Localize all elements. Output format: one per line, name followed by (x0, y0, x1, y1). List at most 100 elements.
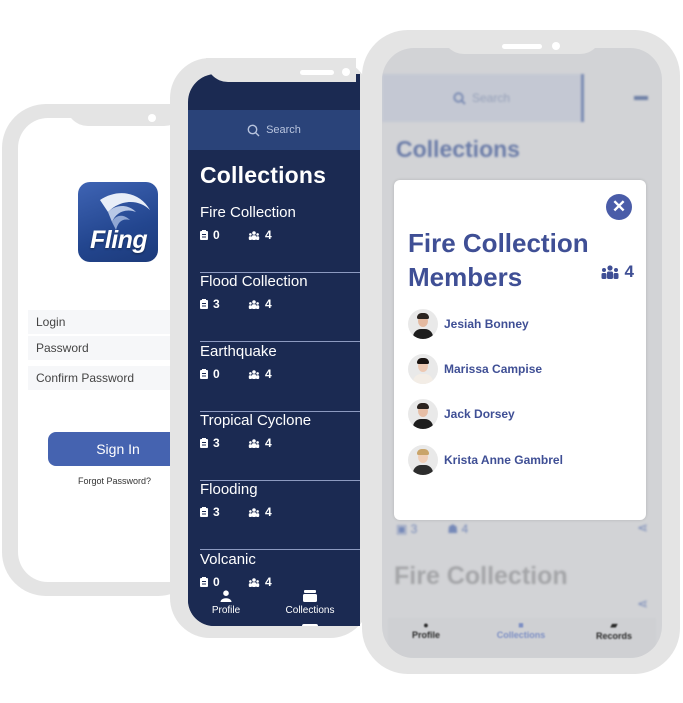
collection-name: Flooding (200, 481, 258, 498)
confirm-password-label: Confirm Password (36, 371, 135, 385)
notch (206, 58, 356, 82)
password-label: Password (36, 341, 89, 355)
members-icon (248, 507, 260, 517)
members-icon (248, 438, 260, 448)
profile-icon: ● (423, 620, 429, 630)
camera (552, 42, 560, 50)
member-name: Jack Dorsey (444, 407, 515, 421)
collection-title-blurred: Fire Collection (394, 562, 568, 590)
login-label: Login (36, 315, 66, 329)
records-icon (200, 438, 208, 448)
collection-item[interactable]: Earthquake 0 4 (200, 343, 360, 412)
collection-meta: 04 (200, 575, 296, 589)
collections-screen: Search Collections Fire Collection 0 4 Floo… (188, 74, 360, 626)
search-bar[interactable]: Search (188, 110, 360, 150)
collection-item[interactable]: Flooding 3 4 (200, 481, 360, 550)
members-icon (248, 299, 260, 309)
members-icon (248, 577, 260, 587)
member-name: Marissa Campise (444, 362, 543, 376)
search-placeholder: Search (471, 91, 511, 105)
members-count: 4 (248, 575, 296, 589)
nav-collections[interactable]: Collections (280, 590, 340, 616)
members-icon (248, 369, 260, 379)
speaker (502, 44, 542, 49)
collection-name: Earthquake (200, 343, 277, 360)
member-row[interactable]: Jack Dorsey (408, 398, 638, 430)
share-icon: ⋖ (637, 596, 648, 611)
camera (148, 114, 156, 122)
records-icon (200, 299, 208, 309)
modal-title: Fire Collection Members (408, 228, 589, 292)
collection-item[interactable]: Tropical Cyclone 3 4 (200, 412, 360, 481)
member-row[interactable]: Jesiah Bonney (408, 308, 638, 340)
records-count: 0 (200, 228, 248, 242)
member-row[interactable]: Marissa Campise (408, 353, 638, 385)
notch (44, 12, 186, 126)
share-icon: ⋖ (637, 520, 648, 535)
nav-profile[interactable]: Profile (206, 590, 246, 616)
notch (442, 30, 602, 54)
search-icon (247, 124, 260, 136)
collection-item[interactable]: Flood Collection 3 4 (200, 273, 360, 342)
collection-meta: 34 (200, 505, 296, 519)
members-count: 4 (248, 367, 296, 381)
members-count: 4 (248, 228, 296, 242)
collection-meta: 04 (200, 367, 296, 381)
page-title-blurred: Collections (396, 136, 520, 162)
collection-name: Tropical Cyclone (200, 412, 312, 429)
records-icon (200, 507, 208, 517)
close-icon: ✕ (611, 197, 627, 216)
member-name: Krista Anne Gambrel (444, 453, 563, 467)
records-count: 3 (200, 505, 248, 519)
fling-logo: Fling (78, 182, 158, 262)
records-count: 0 (200, 575, 248, 589)
page-title: Collections (200, 162, 327, 188)
collections-icon (303, 590, 317, 602)
speaker (300, 70, 334, 75)
avatar (408, 399, 438, 429)
records-count: 0 (200, 367, 248, 381)
members-modal: ✕ Fire Collection Members 4 Jesiah Bonne… (394, 180, 646, 520)
members-screen: Search Collections ▣ 3 ☗ 4 ⋖ Fire Collec… (382, 48, 662, 658)
member-count-value: 4 (624, 262, 634, 281)
collection-name: Volcanic (200, 551, 256, 568)
records-icon (200, 369, 208, 379)
records-count: 3 (200, 436, 248, 450)
speaker (44, 12, 74, 17)
nav-profile-label: Profile (211, 605, 241, 616)
forgot-password-link[interactable]: Forgot Password? (78, 476, 151, 486)
nav-records: ▰ Records (588, 620, 640, 641)
records-icon (200, 230, 208, 240)
records-icon: ▰ (610, 620, 618, 630)
nav-collections-label: Collections (285, 605, 335, 616)
collection-meta: 34 (200, 436, 296, 450)
avatar (408, 354, 438, 384)
collection-meta: 04 (200, 228, 296, 242)
avatar (408, 445, 438, 475)
member-count: 4 (600, 262, 634, 282)
camera (342, 68, 350, 76)
collections-phone: Search Collections Fire Collection 0 4 Floo… (170, 58, 370, 638)
nav-collections: ■ Collections (486, 620, 556, 640)
profile-icon (220, 590, 232, 602)
members-icon (601, 265, 619, 279)
collection-item[interactable]: Fire Collection 0 4 (200, 204, 360, 273)
active-tab-indicator (302, 624, 318, 626)
member-row[interactable]: Krista Anne Gambrel (408, 444, 638, 476)
members-count: 4 (248, 297, 296, 311)
bottom-nav-blurred: ● Profile ■ Collections ▰ Records (388, 618, 656, 658)
close-button[interactable]: ✕ (606, 194, 632, 220)
search-bar-blurred: Search (382, 74, 584, 122)
records-icon (200, 577, 208, 587)
members-icon: ☗ (447, 522, 462, 536)
logo-text: Fling (90, 226, 148, 254)
collections-icon: ■ (518, 620, 524, 630)
members-count: 4 (248, 505, 296, 519)
records-icon: ▣ (396, 522, 411, 536)
records-count: ▣ 3 (396, 522, 418, 536)
records-count: 3 (200, 297, 248, 311)
search-placeholder: Search (266, 124, 301, 136)
members-phone: Search Collections ▣ 3 ☗ 4 ⋖ Fire Collec… (362, 30, 680, 674)
avatar (408, 309, 438, 339)
members-count: 4 (248, 436, 296, 450)
